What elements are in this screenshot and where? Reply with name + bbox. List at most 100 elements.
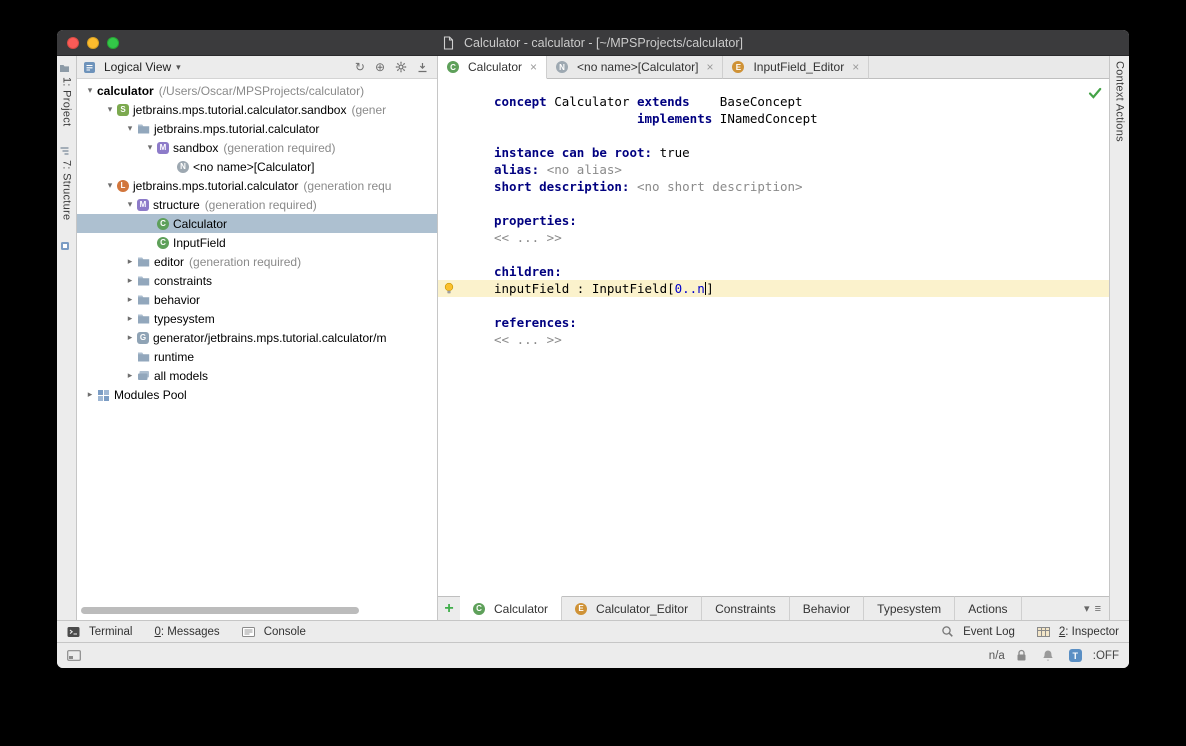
tab-close-icon[interactable]: × — [852, 60, 859, 74]
settings-gear-icon[interactable] — [392, 61, 410, 73]
code-line[interactable]: references: — [438, 314, 1109, 331]
zoom-window-button[interactable] — [107, 37, 119, 49]
collapsed-arrow-icon[interactable]: ▸ — [83, 389, 97, 400]
aspect-tab[interactable]: E Calculator_Editor — [562, 596, 703, 620]
project-panel: Logical View ▾ ↻ ⊕ ▾ calculator (/Users/Os… — [77, 56, 438, 620]
collapsed-arrow-icon[interactable]: ▸ — [123, 275, 137, 286]
code-line[interactable] — [438, 195, 1109, 212]
editor-tab[interactable]: C Calculator × — [438, 56, 548, 79]
code-line[interactable]: implements INamedConcept — [438, 110, 1109, 127]
tool-window-button[interactable]: Terminal — [67, 626, 132, 638]
tab-list-dropdown-icon[interactable]: ▾ — [1084, 602, 1090, 615]
chevron-down-icon[interactable]: ▾ — [176, 62, 181, 73]
aspect-tab[interactable]: Actions — [955, 596, 1022, 620]
code-line[interactable] — [438, 127, 1109, 144]
expanded-arrow-icon[interactable]: ▾ — [83, 85, 97, 96]
tool-window-button[interactable]: Console — [241, 626, 306, 638]
tree-row[interactable]: ▸ Ggenerator/jetbrains.mps.tutorial.calcu… — [77, 328, 437, 347]
tab-close-icon[interactable]: × — [530, 60, 537, 74]
tree-row[interactable]: N <no name>[Calculator] — [77, 157, 437, 176]
tool-stripe-button[interactable] — [60, 241, 74, 251]
bell-icon[interactable] — [1042, 649, 1054, 662]
code-segment: instance can be root: — [494, 145, 653, 160]
horizontal-scrollbar[interactable] — [81, 607, 359, 614]
code-line[interactable] — [438, 297, 1109, 314]
editor-tab[interactable]: N <no name>[Calculator] × — [547, 56, 724, 79]
add-aspect-button[interactable]: + — [438, 596, 460, 620]
tree-row[interactable]: ▾ Ljetbrains.mps.tutorial.calculator (gene… — [77, 176, 437, 195]
aspect-tab-label: Actions — [968, 601, 1008, 616]
code-line[interactable] — [438, 246, 1109, 263]
aspect-tab[interactable]: Behavior — [789, 596, 865, 620]
code-line[interactable]: instance can be root: true — [438, 144, 1109, 161]
code-line[interactable]: short description: <no short description… — [438, 178, 1109, 195]
tool-stripe-button[interactable]: 1: Project — [59, 64, 74, 126]
expanded-arrow-icon[interactable]: ▾ — [103, 104, 117, 115]
tree-row[interactable]: C InputField — [77, 233, 437, 252]
collapsed-arrow-icon[interactable]: ▸ — [123, 370, 137, 381]
tree-row[interactable]: ▸ Modules Pool — [77, 385, 437, 404]
tab-menu-icon[interactable]: ≡ — [1095, 603, 1101, 615]
minimize-window-button[interactable] — [87, 37, 99, 49]
tree-row[interactable]: runtime — [77, 347, 437, 366]
model-icon: M — [157, 141, 169, 154]
collapsed-arrow-icon[interactable]: ▸ — [123, 313, 137, 324]
code-line[interactable]: << ... >> — [438, 331, 1109, 348]
collapsed-arrow-icon[interactable]: ▸ — [123, 294, 137, 305]
typesystem-toggle-state: :OFF — [1092, 649, 1119, 662]
hide-panel-icon[interactable] — [414, 62, 431, 73]
code-line[interactable]: inputField : InputField[0..n] — [438, 280, 1109, 297]
lock-icon[interactable] — [1016, 649, 1027, 662]
intention-bulb-icon[interactable] — [443, 282, 455, 295]
tool-window-button[interactable]: 0: Messages — [154, 626, 219, 638]
tree-item-label: all models — [154, 368, 209, 383]
toolwindow-toggle-icon[interactable] — [67, 650, 81, 661]
aspect-tab[interactable]: Constraints — [702, 596, 790, 620]
typesystem-toggle-icon[interactable]: T — [1068, 649, 1082, 662]
modules-icon — [97, 389, 110, 401]
aspect-tab[interactable]: Typesystem — [864, 596, 956, 620]
collapsed-arrow-icon[interactable]: ▸ — [123, 332, 137, 343]
terminal-icon — [67, 626, 80, 638]
titlebar[interactable]: Calculator - calculator - [~/MPSProjects… — [57, 30, 1129, 56]
tool-stripe-button[interactable]: 7: Structure — [59, 146, 74, 221]
model-icon: M — [137, 198, 149, 211]
tree-row[interactable]: ▸ constraints — [77, 271, 437, 290]
tool-window-button[interactable]: Event Log — [941, 625, 1015, 638]
tool-stripe-icon — [60, 241, 70, 251]
aspect-tab[interactable]: C Calculator — [460, 596, 563, 620]
tool-window-button[interactable]: 2: Inspector — [1036, 625, 1119, 638]
code-line[interactable]: children: — [438, 263, 1109, 280]
tab-close-icon[interactable]: × — [706, 60, 713, 74]
code-area[interactable]: concept Calculator extends BaseConcept i… — [438, 79, 1109, 348]
expanded-arrow-icon[interactable]: ▾ — [143, 142, 157, 153]
code-line[interactable]: << ... >> — [438, 229, 1109, 246]
expanded-arrow-icon[interactable]: ▾ — [103, 180, 117, 191]
locate-icon[interactable]: ⊕ — [372, 60, 388, 74]
tree-row[interactable]: ▸ editor (generation required) — [77, 252, 437, 271]
tree-row[interactable]: C Calculator — [77, 214, 437, 233]
tree-row[interactable]: ▸ typesystem — [77, 309, 437, 328]
code-line[interactable]: concept Calculator extends BaseConcept — [438, 93, 1109, 110]
sync-icon[interactable]: ↻ — [352, 60, 368, 74]
close-window-button[interactable] — [67, 37, 79, 49]
expanded-arrow-icon[interactable]: ▾ — [123, 123, 137, 134]
context-actions-tool-button[interactable]: Context Actions — [1114, 61, 1126, 142]
view-selector-label[interactable]: Logical View — [104, 60, 171, 74]
editor-area[interactable]: concept Calculator extends BaseConcept i… — [438, 79, 1109, 596]
tree-row[interactable]: ▾ jetbrains.mps.tutorial.calculator — [77, 119, 437, 138]
editor-tab[interactable]: E InputField_Editor × — [723, 56, 870, 79]
expanded-arrow-icon[interactable]: ▾ — [123, 199, 137, 210]
code-line[interactable]: properties: — [438, 212, 1109, 229]
tree-row[interactable]: ▾ Msandbox (generation required) — [77, 138, 437, 157]
tree-row[interactable]: ▾ Sjetbrains.mps.tutorial.calculator.sand… — [77, 100, 437, 119]
code-segment: children: — [494, 264, 562, 279]
tree-row[interactable]: ▾ Mstructure (generation required) — [77, 195, 437, 214]
code-line[interactable]: alias: <no alias> — [438, 161, 1109, 178]
language-icon: L — [117, 179, 129, 192]
collapsed-arrow-icon[interactable]: ▸ — [123, 256, 137, 267]
tree-row[interactable]: ▸ behavior — [77, 290, 437, 309]
tree-row[interactable]: ▸ all models — [77, 366, 437, 385]
code-segment: implements — [637, 111, 713, 126]
tree-row[interactable]: ▾ calculator (/Users/Oscar/MPSProjects/cal… — [77, 81, 437, 100]
